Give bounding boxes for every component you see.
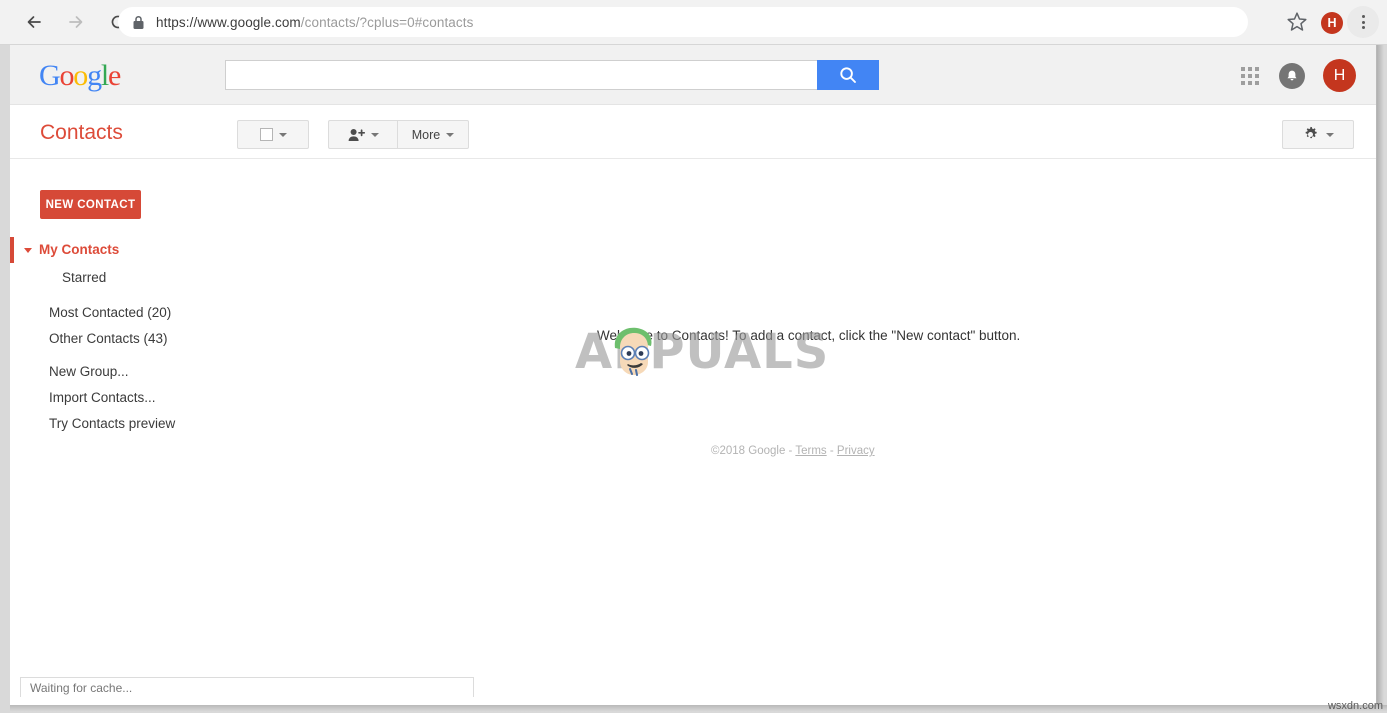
actions-group: More [328,120,469,149]
sidebar-item-import-contacts[interactable]: Import Contacts... [10,385,310,411]
logo-letter: l [100,59,109,92]
url-domain: https://www.google.com [156,14,301,30]
footer-separator: - [785,445,796,457]
footer-legal: ©2018 Google - Terms - Privacy [711,445,875,457]
terms-link[interactable]: Terms [795,445,826,457]
sidebar-nav-list: My Contacts Starred Most Contacted (20) … [10,237,310,437]
screen-root: https://www.google.com/contacts/?cplus=0… [0,0,1387,713]
search-area [225,60,879,90]
sidebar-item-label: Starred [62,270,107,285]
more-dropdown[interactable]: More [398,120,469,149]
chevron-down-icon [1326,132,1334,137]
new-contact-button[interactable]: NEW CONTACT [40,190,141,219]
select-all-group [237,120,309,149]
forward-button[interactable] [58,4,94,40]
address-bar[interactable]: https://www.google.com/contacts/?cplus=0… [118,7,1248,37]
chrome-profile-avatar[interactable]: H [1321,12,1343,34]
window-bottom-shadow [10,705,1387,713]
add-contact-dropdown[interactable] [328,120,398,149]
privacy-link[interactable]: Privacy [837,445,875,457]
footer-separator: - [826,445,837,457]
logo-letter: o [73,59,88,92]
search-input[interactable] [225,60,817,90]
copyright-text: ©2018 Google [711,445,786,457]
sidebar-item-label: New Group... [49,364,129,379]
logo-letter: g [87,59,102,92]
status-bar: Waiting for cache... [20,677,474,697]
sidebar-item-label: Try Contacts preview [49,416,176,431]
google-header: Google H [10,45,1376,105]
forward-arrow-icon [69,16,83,28]
bookmark-button[interactable] [1285,10,1309,34]
sidebar-item-label: My Contacts [39,242,120,257]
checkbox-icon [259,128,273,141]
logo-letter: G [39,59,61,92]
settings-dropdown[interactable] [1282,120,1354,149]
chevron-down-icon [446,132,455,137]
notifications-button[interactable] [1279,63,1305,89]
sidebar: NEW CONTACT My Contacts Starred Most Con… [10,159,310,704]
contacts-toolbar: Contacts More [10,105,1376,159]
bell-icon [1287,70,1297,81]
sidebar-item-most-contacted[interactable]: Most Contacted (20) [10,300,310,326]
chevron-down-icon [278,132,287,137]
logo-letter: o [59,59,74,92]
lock-icon [133,15,144,29]
back-arrow-icon [27,16,41,28]
url-text: https://www.google.com/contacts/?cplus=0… [156,15,473,30]
page-viewport: Google H Contacts More NEW CONTACT My Co… [10,45,1377,705]
sidebar-item-starred[interactable]: Starred [10,265,310,291]
three-dot-menu-icon [1361,26,1365,29]
back-button[interactable] [16,4,52,40]
more-label: More [411,127,441,142]
window-right-shadow [1377,45,1387,705]
search-icon [840,67,856,83]
chrome-menu-button[interactable] [1347,6,1379,38]
logo-letter: e [108,59,121,92]
main-content: Welcome to Contacts! To add a contact, c… [310,159,1376,704]
apps-grid-icon[interactable] [1241,67,1259,85]
sidebar-item-label: Other Contacts (43) [49,331,168,346]
account-avatar[interactable]: H [1323,59,1356,92]
sidebar-item-label: Import Contacts... [49,390,156,405]
site-watermark: wsxdn.com [1327,700,1383,712]
sidebar-item-other-contacts[interactable]: Other Contacts (43) [10,326,310,352]
sidebar-item-try-contacts-preview[interactable]: Try Contacts preview [10,411,310,437]
browser-toolbar: https://www.google.com/contacts/?cplus=0… [0,0,1387,45]
google-logo[interactable]: Google [39,59,121,92]
three-dot-menu-icon [1361,15,1365,18]
add-person-icon [348,128,365,141]
star-icon [1287,12,1307,31]
page-title: Contacts [40,121,123,144]
welcome-message: Welcome to Contacts! To add a contact, c… [597,328,1021,343]
chevron-down-icon [24,248,32,253]
url-path: /contacts/?cplus=0#contacts [300,14,474,30]
sidebar-item-label: Most Contacted (20) [49,305,172,320]
three-dot-menu-icon [1361,20,1365,24]
sidebar-item-new-group[interactable]: New Group... [10,359,310,385]
chevron-down-icon [370,132,379,137]
gear-icon [1305,126,1317,139]
search-button[interactable] [817,60,879,90]
select-all-dropdown[interactable] [237,120,309,149]
contacts-body: NEW CONTACT My Contacts Starred Most Con… [10,159,1376,704]
sidebar-item-my-contacts[interactable]: My Contacts [10,237,310,263]
